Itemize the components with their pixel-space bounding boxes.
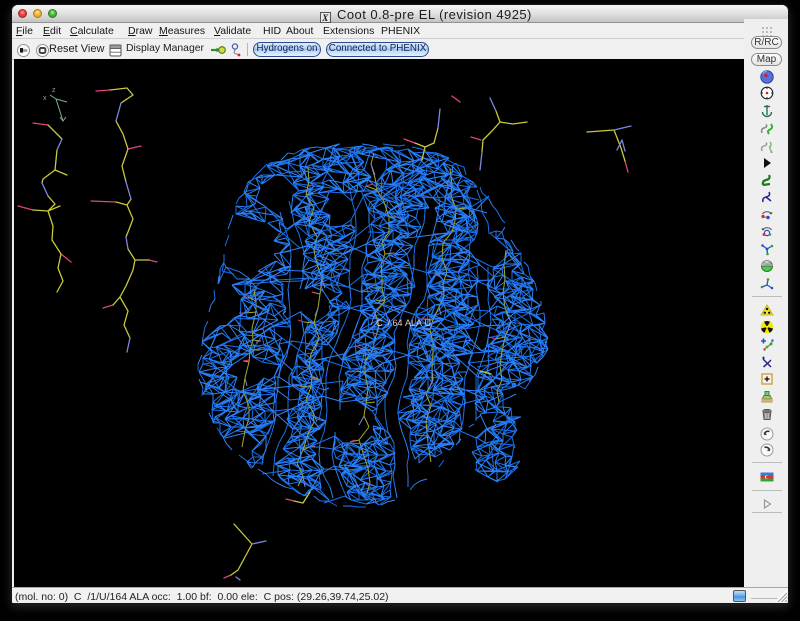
svg-text:Side: Side	[763, 261, 773, 266]
svg-text:C / 64 ALA U: C / 64 ALA U	[376, 318, 431, 328]
svg-text:z: z	[52, 87, 56, 94]
svg-text:x: x	[43, 95, 47, 102]
